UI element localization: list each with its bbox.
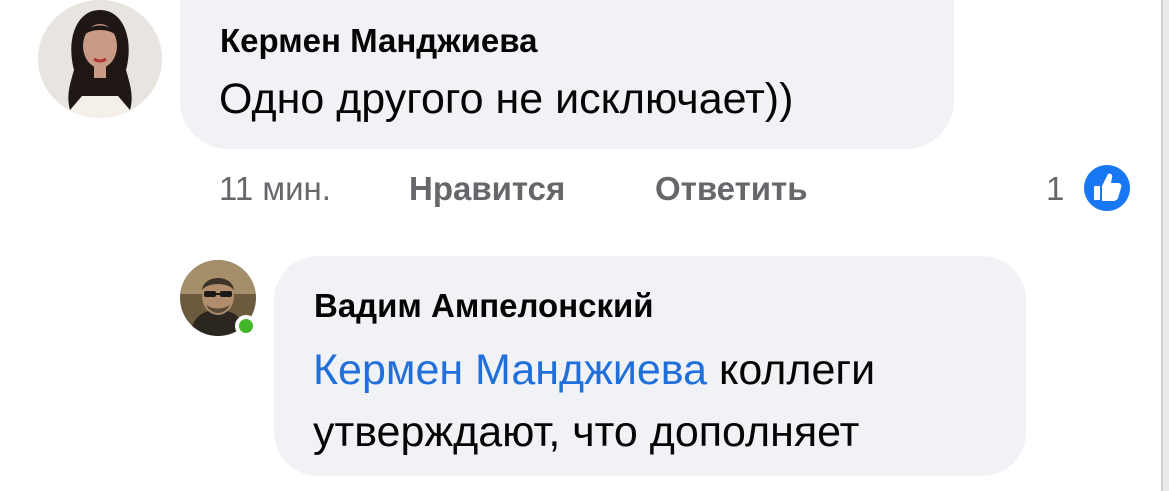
avatar[interactable] — [180, 260, 257, 337]
like-reaction-icon[interactable] — [1080, 161, 1134, 215]
reaction-count[interactable]: 1 — [1046, 170, 1064, 208]
scrollbar-edge — [1151, 0, 1169, 491]
reply-text: Кермен Манджиева коллеги утверждают, что… — [313, 339, 1013, 463]
profile-photo-icon — [38, 0, 162, 118]
online-status-indicator — [235, 315, 257, 337]
comment-author[interactable]: Кермен Манджиева — [220, 22, 537, 60]
comment-text: Одно другого не исключает)) — [219, 75, 794, 123]
mention-link[interactable]: Кермен Манджиева — [313, 346, 707, 394]
comment-timestamp[interactable]: 11 мин. — [219, 170, 331, 208]
reply-author[interactable]: Вадим Ампелонский — [314, 287, 654, 325]
avatar[interactable] — [38, 0, 162, 118]
like-button[interactable]: Нравится — [409, 170, 565, 208]
reply-button[interactable]: Ответить — [655, 170, 808, 208]
